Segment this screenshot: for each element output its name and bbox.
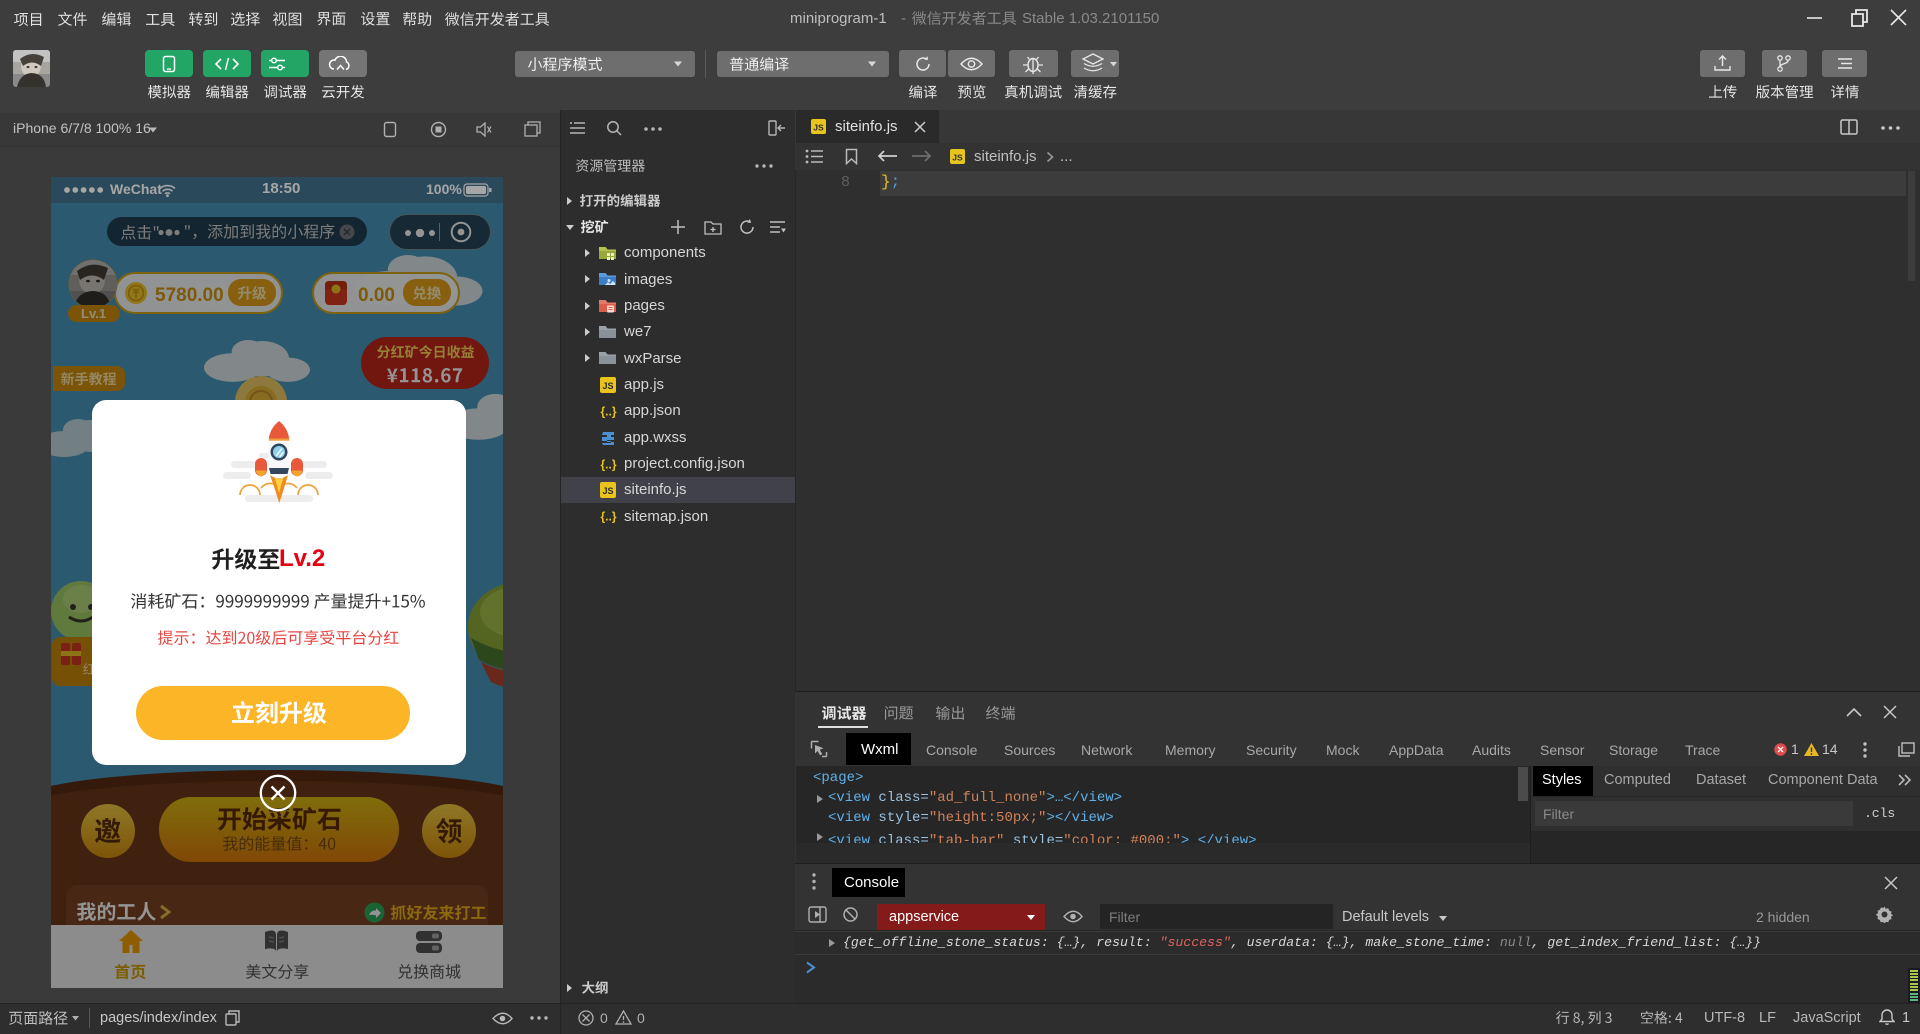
svg-text:{..}: {..} — [600, 405, 616, 419]
svg-text:JS: JS — [813, 123, 824, 133]
svg-text:{..}: {..} — [600, 458, 616, 472]
svg-text:JS: JS — [602, 381, 613, 391]
svg-text:{..}: {..} — [600, 510, 616, 524]
svg-text:JS: JS — [952, 153, 963, 163]
svg-text:JS: JS — [602, 486, 613, 496]
